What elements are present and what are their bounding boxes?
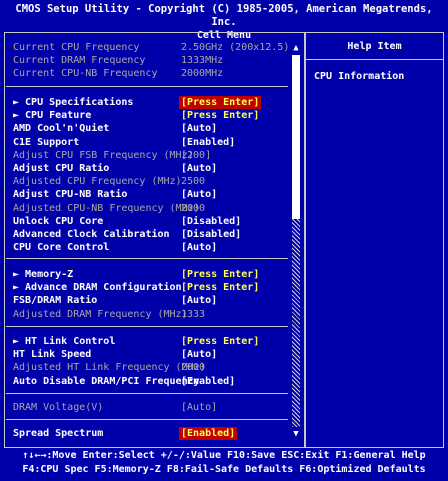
setting-label: ► Advance DRAM Configuration [13, 282, 182, 294]
setting-label: Auto Disable DRAM/PCI Frequency [13, 375, 200, 387]
setting-value: 1333MHz [181, 55, 224, 66]
key-legend-line-1: ↑↓←→:Move Enter:Select +/-/:Value F10:Sa… [22, 450, 426, 461]
setting-label: Adjusted CPU Frequency (MHz) [13, 176, 182, 188]
setting-label: Adjusted HT Link Frequency (MHz) [13, 362, 206, 374]
divider [6, 258, 288, 259]
setting-label: Adjust CPU FSB Frequency (MHz) [13, 149, 194, 161]
setting-value[interactable]: [200] [181, 149, 211, 162]
setting-label: Unlock CPU Core [13, 215, 104, 227]
scrollbar[interactable]: ▲ ▼ [291, 43, 301, 439]
setting-value[interactable]: [Auto] [181, 401, 217, 414]
setting-label: Adjusted CPU-NB Frequency (MHz) [13, 202, 200, 214]
setting-value[interactable]: [Auto] [181, 162, 217, 175]
setting-value[interactable]: 2000 [181, 202, 205, 215]
setting-value[interactable]: 1333 [181, 308, 205, 321]
setting-value[interactable]: [Auto] [181, 188, 217, 201]
app-title: CMOS Setup Utility - Copyright (C) 1985-… [15, 3, 433, 28]
setting-value[interactable]: [Auto] [181, 294, 217, 307]
setting-value[interactable]: [Auto] [181, 241, 217, 254]
setting-label: Advanced Clock Calibration [13, 229, 170, 240]
header: CMOS Setup Utility - Copyright (C) 1985-… [0, 0, 448, 41]
setting-label: HT Link Speed [13, 349, 92, 361]
divider [306, 59, 443, 60]
setting-value[interactable]: [Press Enter] [181, 268, 259, 281]
setting-value[interactable]: 2500 [181, 175, 205, 188]
setting-label: Spread Spectrum [13, 428, 104, 439]
setting-value[interactable]: [Press Enter] [181, 281, 259, 294]
setting-value[interactable]: [Enabled] [179, 427, 238, 440]
setting-label: ► CPU Specifications [13, 97, 134, 108]
scroll-thumb[interactable] [292, 55, 300, 219]
divider [6, 86, 288, 87]
setting-value: 2000MHz [181, 68, 224, 79]
setting-label: DRAM Voltage(V) [13, 402, 104, 413]
help-text: CPU Information [314, 71, 405, 82]
setting-value[interactable]: [Disabled] [181, 215, 241, 228]
help-panel: Help Item CPU Information [305, 32, 444, 448]
help-title: Help Item [347, 41, 402, 52]
setting-label: Adjusted DRAM Frequency (MHz) [13, 308, 188, 320]
setting-value[interactable]: [Auto] [181, 122, 217, 135]
divider [6, 326, 288, 327]
settings-panel: Current CPU Frequency 2.50GHz (200x12.5)… [4, 32, 305, 448]
key-legend: ↑↓←→:Move Enter:Select +/-/:Value F10:Sa… [0, 449, 448, 481]
setting-label: Current DRAM Frequency [13, 55, 146, 66]
setting-label: ► CPU Feature [13, 110, 92, 122]
setting-label: FSB/DRAM Ratio [13, 295, 98, 307]
setting-label: ► Memory-Z [13, 269, 74, 280]
setting-value[interactable]: [Press Enter] [181, 335, 259, 348]
setting-value[interactable]: [Enabled] [181, 375, 235, 388]
setting-label: Current CPU Frequency [13, 42, 140, 53]
setting-label: AMD Cool'n'Quiet [13, 123, 110, 135]
setting-value[interactable]: 2000 [181, 361, 205, 374]
setting-value[interactable]: [Enabled] [181, 136, 235, 149]
setting-label: C1E Support [13, 136, 80, 148]
setting-label: CPU Core Control [13, 242, 110, 254]
setting-value: 2.50GHz (200x12.5) [181, 42, 290, 53]
setting-value[interactable]: [Disabled] [181, 228, 241, 241]
setting-value[interactable]: [Press Enter] [181, 109, 259, 122]
divider [6, 419, 288, 420]
scroll-down-icon[interactable]: ▼ [291, 429, 301, 439]
setting-label: ► HT Link Control [13, 336, 116, 347]
divider [6, 393, 288, 394]
scroll-up-icon[interactable]: ▲ [291, 43, 301, 53]
key-legend-line-2: F4:CPU Spec F5:Memory-Z F8:Fail-Safe Def… [22, 464, 426, 475]
setting-label: Adjust CPU Ratio [13, 163, 110, 174]
bios-screen: CMOS Setup Utility - Copyright (C) 1985-… [0, 0, 448, 481]
setting-value[interactable]: [Auto] [181, 348, 217, 361]
setting-value[interactable]: [Press Enter] [179, 96, 262, 109]
setting-label: Adjust CPU-NB Ratio [13, 189, 128, 201]
setting-label: Current CPU-NB Frequency [13, 68, 158, 79]
